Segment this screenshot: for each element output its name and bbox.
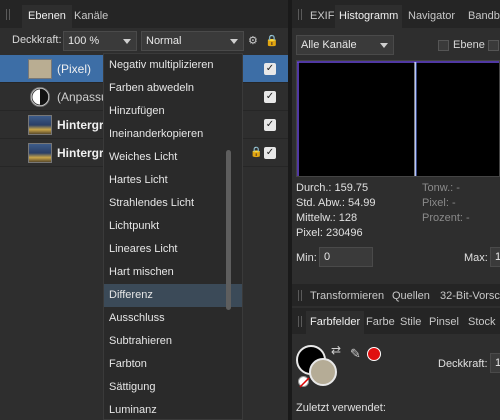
max-input[interactable]: 1 [490,247,500,267]
layer-name: Hintergr [57,146,104,160]
stat-pixel-sel: Pixel: - [422,197,456,209]
histogram-svg [297,61,499,176]
blend-mode-select[interactable]: Normal [141,31,244,51]
layer-thumbnail [28,143,52,163]
menu-item-lineares-licht[interactable]: Lineares Licht [104,238,242,261]
channel-value: Alle Kanäle [301,39,357,51]
menu-item-hinzufuegen[interactable]: Hinzufügen [104,100,242,123]
tab-pinsel[interactable]: Pinsel [425,311,463,334]
menu-item-farben-abwedeln[interactable]: Farben abwedeln [104,77,242,100]
panel-grip-icon[interactable] [6,9,10,20]
layers-panel: Ebenen Kanäle Deckkraft: 100 % Normal ⚙ … [0,0,288,420]
opacity-row: Deckkraft: 100 % Normal ⚙ 🔒 [0,28,288,53]
stat-prozent: Prozent: - [422,212,470,224]
ebene-label: Ebene [453,39,485,51]
tab-quellen[interactable]: Quellen [388,286,434,306]
stat-std: Std. Abw.: 54.99 [296,197,376,209]
opacity-field[interactable]: 100 % [63,31,137,51]
histogram-tabbar: EXIF Histogramm Navigator Bandbi [292,0,500,28]
max-value: 1 [495,251,500,263]
opacity-value: 100 % [68,35,100,47]
visibility-checkbox[interactable]: ✓ [264,147,276,159]
layers-tabbar: Ebenen Kanäle [0,0,288,28]
layer-name: (Anpassu [57,90,108,104]
menu-item-weiches-licht[interactable]: Weiches Licht [104,146,242,169]
menu-item-luminanz[interactable]: Luminanz [104,399,242,419]
min-value: 0 [324,251,331,263]
color-tabbar: Farbfelder Farbe Stile Pinsel Stock [292,308,500,334]
tab-navigator[interactable]: Navigator [404,5,459,28]
stat-tonwert: Tonw.: - [422,182,460,194]
tab-kanaele[interactable]: Kanäle [68,5,114,28]
menu-scrollbar[interactable] [226,150,231,310]
visibility-checkbox[interactable]: ✓ [264,91,276,103]
tab-bandbreite[interactable]: Bandbi [464,5,500,28]
tab-32bit[interactable]: 32-Bit-Vorsc [436,286,500,306]
layer-name: Hintergr [57,118,104,132]
opacity-caret-icon [123,39,131,44]
menu-item-hart-mischen[interactable]: Hart mischen [104,261,242,284]
deckkraft-value: 1 [495,357,500,369]
visibility-checkbox[interactable]: ✓ [264,119,276,131]
layer-thumbnail [28,115,52,135]
tab-farbe[interactable]: Farbe [362,311,399,334]
menu-item-hartes-licht[interactable]: Hartes Licht [104,169,242,192]
visibility-checkbox[interactable]: ✓ [264,63,276,75]
swap-colors-icon[interactable]: ⇄ [331,343,341,357]
panel-grip-icon[interactable] [298,316,302,327]
min-input[interactable]: 0 [319,247,373,267]
tab-exif[interactable]: EXIF [306,5,338,28]
channel-caret-icon [380,43,388,48]
tab-farbfelder[interactable]: Farbfelder [306,311,365,334]
blend-caret-icon [230,39,238,44]
tab-transformieren[interactable]: Transformieren [306,286,388,306]
tab-histogramm[interactable]: Histogramm [335,5,403,28]
channel-select[interactable]: Alle Kanäle [296,35,394,55]
menu-item-subtrahieren[interactable]: Subtrahieren [104,330,242,353]
lock-icon[interactable]: 🔒 [265,35,279,47]
menu-item-strahlendes-licht[interactable]: Strahlendes Licht [104,192,242,215]
tab-stock[interactable]: Stock [464,311,500,334]
second-checkbox[interactable] [488,40,499,51]
tab-ebenen[interactable]: Ebenen [22,5,72,28]
menu-item-saettigung[interactable]: Sättigung [104,376,242,399]
stat-pixel: Pixel: 230496 [296,227,363,239]
blend-mode-value: Normal [146,35,182,47]
blend-mode-menu: Negativ multiplizieren Farben abwedeln H… [103,53,243,420]
stat-durch: Durch.: 159.75 [296,182,369,194]
deckkraft-label: Deckkraft: [438,358,488,370]
menu-item-ineinanderkopieren[interactable]: Ineinanderkopieren [104,123,242,146]
menu-item-ausschluss[interactable]: Ausschluss [104,307,242,330]
menu-item-differenz[interactable]: Differenz [104,284,242,307]
menu-item-negativ-multiplizieren[interactable]: Negativ multiplizieren [104,54,242,77]
ebene-checkbox[interactable] [438,40,449,51]
menu-item-farbton[interactable]: Farbton [104,353,242,376]
layer-lock-icon[interactable]: 🔒 [250,147,262,158]
max-label: Max: [464,252,488,264]
deckkraft-input[interactable]: 1 [490,353,500,373]
adjustment-icon [30,87,50,107]
opacity-label: Deckkraft: [12,34,62,46]
eyedropper-icon[interactable]: ✎ [350,346,361,362]
histogram-panel: EXIF Histogramm Navigator Bandbi Alle Ka… [292,0,500,420]
tab-stile[interactable]: Stile [396,311,425,334]
secondary-color-swatch[interactable] [309,358,337,386]
no-color-icon[interactable] [298,376,310,388]
min-label: Min: [296,252,317,264]
tools-tabbar: Transformieren Quellen 32-Bit-Vorsc [292,284,500,306]
stat-mittel: Mittelw.: 128 [296,212,358,224]
gear-icon[interactable]: ⚙ [248,35,258,47]
histogram-graph [296,60,500,177]
recent-colors-label: Zuletzt verwendet: [296,402,386,414]
layer-thumbnail [28,59,52,79]
panel-grip-icon[interactable] [298,290,302,301]
menu-item-lichtpunkt[interactable]: Lichtpunkt [104,215,242,238]
layer-name: (Pixel) [57,62,92,76]
panel-grip-icon[interactable] [298,9,302,20]
eyedropper-color-swatch[interactable] [367,347,381,361]
